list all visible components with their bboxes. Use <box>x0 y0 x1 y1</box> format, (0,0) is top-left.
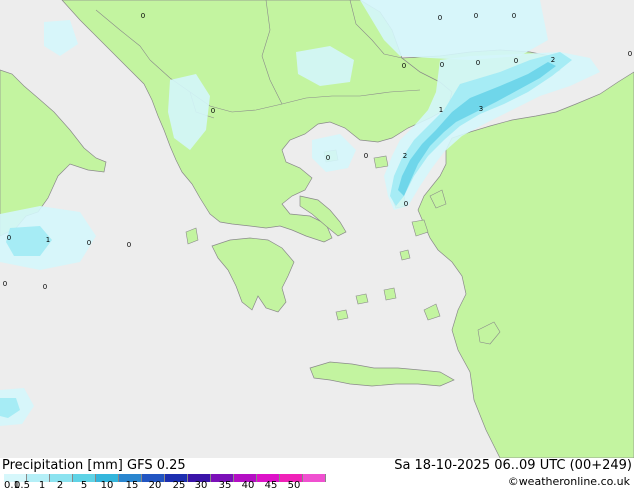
scale-tick-label: 45 <box>264 480 278 491</box>
precip-value: 0 <box>364 152 368 160</box>
scale-tick-label: 1 <box>38 480 46 491</box>
precip-value: 2 <box>403 152 407 160</box>
precipitation-map: 0 0 0 0 0 0 0 0 2 0 0 1 3 0 2 0 0 0 1 0 0 0 0 <box>0 0 634 458</box>
precip-value: 0 <box>438 14 442 22</box>
color-scale-ticks: 0.1 0.5 1 2 5 10 15 20 25 30 35 40 45 50 <box>0 480 340 491</box>
scale-tick-label: 25 <box>172 480 186 491</box>
precip-value: 0 <box>43 283 47 291</box>
scale-tick-label: 30 <box>194 480 208 491</box>
precip-value: 0 <box>628 50 632 58</box>
precip-value: 3 <box>479 105 483 113</box>
credit-text: ©weatheronline.co.uk <box>507 475 630 488</box>
precip-value: 0 <box>404 200 408 208</box>
precip-value: 0 <box>514 57 518 65</box>
precip-value: 1 <box>46 236 50 244</box>
scale-tick-label: 35 <box>218 480 232 491</box>
scale-tick-label: 10 <box>100 480 114 491</box>
scale-tick-label: 15 <box>125 480 139 491</box>
precip-value: 0 <box>7 234 11 242</box>
precip-value: 0 <box>512 12 516 20</box>
scale-tick-label: 50 <box>287 480 301 491</box>
scale-tick-label: 40 <box>241 480 255 491</box>
precip-value: 1 <box>439 106 443 114</box>
precip-value: 0 <box>127 241 131 249</box>
valid-time: Sa 18-10-2025 06..09 UTC (00+249) <box>394 458 632 473</box>
precip-value: 0 <box>474 12 478 20</box>
scale-tick-label: 20 <box>148 480 162 491</box>
precip-value: 0 <box>476 59 480 67</box>
precip-value: 0 <box>211 107 215 115</box>
precip-value: 0 <box>402 62 406 70</box>
precip-value: 0 <box>141 12 145 20</box>
precip-value: 0 <box>440 61 444 69</box>
precip-value: 0 <box>87 239 91 247</box>
precip-value: 2 <box>551 56 555 64</box>
precip-value: 0 <box>326 154 330 162</box>
scale-tick-label: 0.5 <box>14 480 30 491</box>
precip-value: 0 <box>3 280 7 288</box>
legend: Precipitation [mm] GFS 0.25 Sa 18-10-202… <box>0 458 634 491</box>
map-title: Precipitation [mm] GFS 0.25 <box>2 458 186 473</box>
scale-tick-label: 5 <box>80 480 88 491</box>
scale-tick-label: 2 <box>56 480 64 491</box>
